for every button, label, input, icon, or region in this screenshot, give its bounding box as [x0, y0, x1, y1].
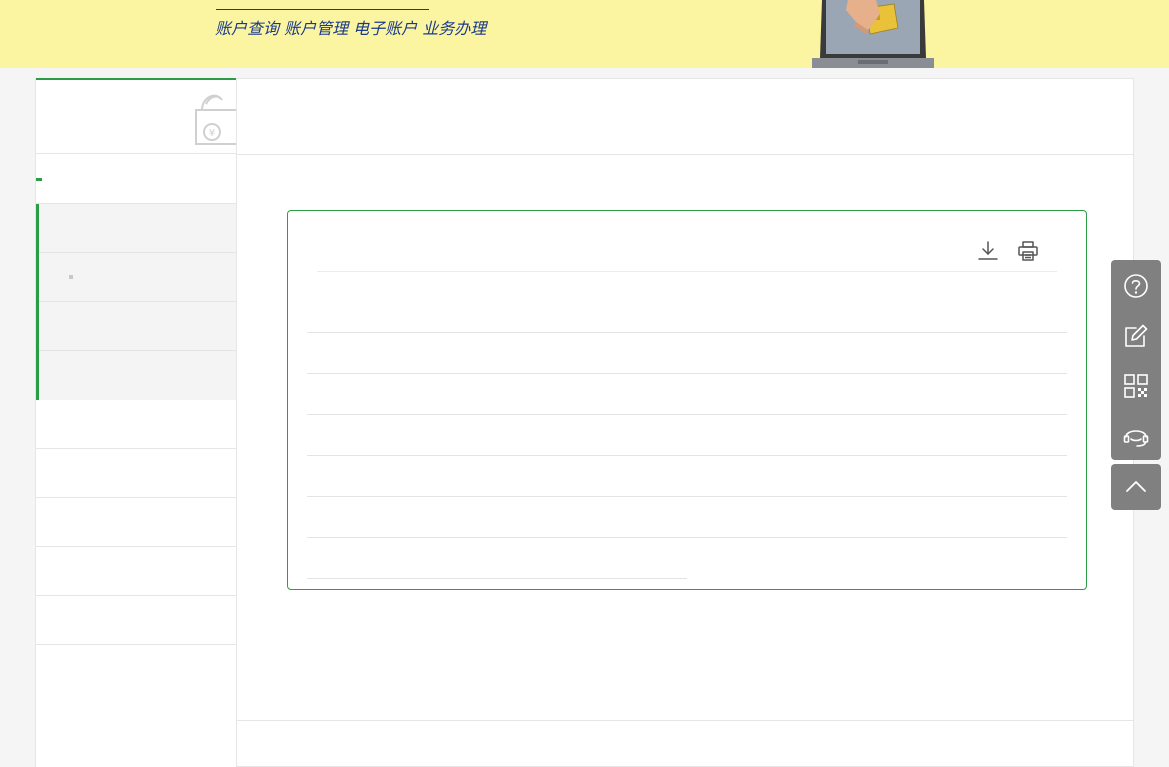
group-active-mark	[36, 178, 42, 181]
floating-toolbar	[1111, 260, 1161, 460]
sidebar: ¥	[35, 78, 237, 767]
sidebar-item-1[interactable]	[36, 400, 237, 449]
top-banner: 账户查询 账户管理 电子账户 业务办理	[0, 0, 1169, 68]
customer-service-icon[interactable]	[1111, 411, 1161, 461]
edit-icon[interactable]	[1111, 311, 1161, 361]
qrcode-icon[interactable]	[1111, 361, 1161, 411]
download-icon[interactable]	[976, 239, 1000, 263]
banner-slogan: 账户查询 账户管理 电子账户 业务办理	[215, 19, 487, 38]
submenu-item-3[interactable]	[39, 302, 237, 351]
sidebar-item-2[interactable]	[36, 449, 237, 498]
sidebar-submenu	[36, 204, 237, 400]
main-panel	[236, 78, 1134, 767]
toolbar-divider	[317, 271, 1057, 272]
laptop-card-image	[812, 0, 934, 68]
table-row	[307, 578, 687, 579]
sidebar-item-4[interactable]	[36, 547, 237, 596]
sidebar-item-5[interactable]	[36, 596, 237, 645]
print-icon[interactable]	[1016, 239, 1040, 263]
banner-divider	[216, 9, 429, 10]
submenu-item-4[interactable]	[39, 351, 237, 400]
sidebar-group-account[interactable]	[36, 154, 237, 204]
sidebar-header: ¥	[36, 78, 237, 154]
wallet-icon: ¥	[195, 94, 237, 145]
result-card	[287, 210, 1087, 590]
help-icon[interactable]	[1111, 261, 1161, 311]
back-to-top-icon[interactable]	[1111, 464, 1161, 510]
submenu-item-2[interactable]	[39, 253, 237, 302]
svg-text:¥: ¥	[209, 128, 215, 139]
submenu-item-1[interactable]	[39, 204, 237, 253]
table-row	[307, 332, 1067, 333]
footer-divider	[237, 720, 1134, 721]
table-row	[307, 455, 1067, 456]
sidebar-item-3[interactable]	[36, 498, 237, 547]
table-row	[307, 373, 1067, 374]
table-row	[307, 414, 1067, 415]
main-header	[237, 78, 1134, 155]
table-row	[307, 496, 1067, 497]
submenu-bullet	[69, 275, 73, 279]
table-row	[307, 537, 1067, 538]
